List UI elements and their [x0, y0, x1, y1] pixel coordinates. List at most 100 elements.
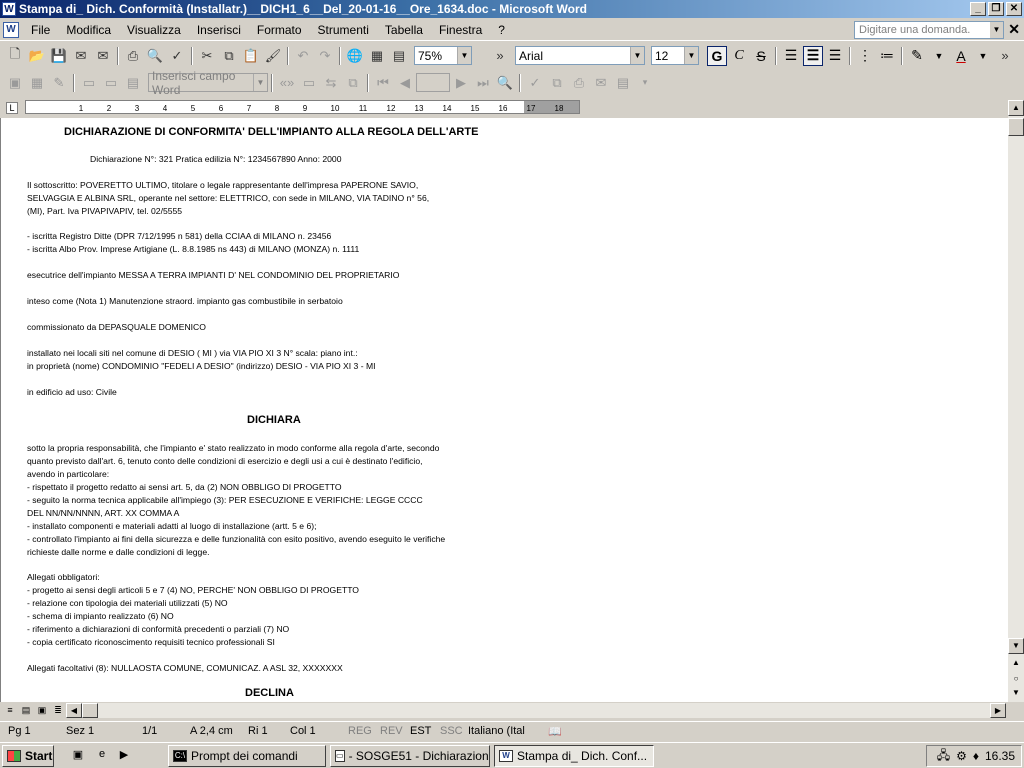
scroll-up-icon[interactable]: ▲ — [1008, 100, 1024, 116]
task-sosge51[interactable]: ▭ - SOSGE51 - Dichiarazion... — [330, 745, 490, 767]
status-extend[interactable]: EST — [410, 725, 431, 737]
minimize-button[interactable]: _ — [970, 2, 986, 16]
edit-recipients-icon[interactable]: ✎ — [49, 73, 69, 93]
show-desktop-icon[interactable]: ▣ — [70, 748, 86, 764]
email-icon[interactable]: ✉ — [93, 46, 113, 66]
next-page-icon[interactable]: ▼ — [1008, 686, 1024, 702]
permission-icon[interactable]: ✉ — [71, 46, 91, 66]
scroll-thumb[interactable] — [1008, 118, 1024, 136]
paste-icon[interactable]: 📋 — [241, 46, 261, 66]
network-icon[interactable]: 🖧 — [937, 746, 950, 767]
task-word-document[interactable]: W Stampa di_ Dich. Conf... — [494, 745, 654, 767]
align-left-icon[interactable]: ☰ — [781, 46, 801, 66]
menu-formato[interactable]: Formato — [249, 23, 310, 37]
chevron-down-icon[interactable]: ▼ — [630, 47, 644, 64]
insert-fields-icon[interactable]: ▤ — [123, 73, 143, 93]
first-record-icon[interactable]: ⏮ — [373, 73, 393, 93]
spelling-icon[interactable]: ✓ — [167, 46, 187, 66]
highlight-fields-icon[interactable]: ▭ — [299, 73, 319, 93]
start-button[interactable]: Start — [2, 745, 54, 767]
chevron-down-icon[interactable]: ▼ — [929, 46, 949, 66]
vertical-scrollbar[interactable]: ▲ ▼ ▲ ○ ▼ — [1008, 100, 1024, 702]
media-player-icon[interactable]: ▶ — [116, 748, 132, 764]
align-right-icon[interactable]: ☰ — [825, 46, 845, 66]
merge-printer-icon[interactable]: ⎙ — [569, 73, 589, 93]
previous-page-icon[interactable]: ▲ — [1008, 656, 1024, 672]
font-size-combo[interactable]: 12 ▼ — [651, 46, 699, 65]
format-painter-icon[interactable]: 🖌 — [263, 46, 283, 66]
toolbar-options-icon[interactable]: » — [995, 46, 1015, 66]
tables-borders-icon[interactable]: ▦ — [367, 46, 387, 66]
numbering-icon[interactable]: ⋮ — [855, 46, 875, 66]
task-command-prompt[interactable]: C:\ Prompt dei comandi — [168, 745, 326, 767]
antivirus-icon[interactable]: ⚙ — [956, 749, 967, 763]
chevron-down-icon[interactable]: ▼ — [990, 22, 1003, 38]
toolbar-options-icon[interactable]: » — [490, 46, 510, 66]
chevron-down-icon[interactable]: ▼ — [457, 47, 471, 64]
new-document-icon[interactable]: 🗋 — [5, 46, 25, 66]
highlight-icon[interactable]: ✎ — [907, 46, 927, 66]
merge-email-icon[interactable]: ✉ — [591, 73, 611, 93]
horizontal-ruler[interactable]: 123 456 789 10 11 12 13 14 15 16 17 18 — [25, 100, 580, 114]
zoom-combo[interactable]: 75% ▼ — [414, 46, 472, 65]
data-source-icon[interactable]: ▦ — [27, 73, 47, 93]
merge-fax-icon[interactable]: ▤ — [613, 73, 633, 93]
open-folder-icon[interactable]: 📂 — [27, 46, 47, 66]
redo-icon[interactable]: ↷ — [315, 46, 335, 66]
normal-view-icon[interactable]: ≡ — [3, 703, 17, 717]
horizontal-scroll-thumb[interactable] — [82, 703, 98, 718]
font-color-icon[interactable]: A — [951, 46, 971, 66]
record-number-input[interactable] — [416, 73, 450, 92]
merge-new-document-icon[interactable]: ⧉ — [547, 73, 567, 93]
status-language[interactable]: Italiano (Ital — [468, 725, 525, 737]
next-record-icon[interactable]: ▶ — [451, 73, 471, 93]
print-icon[interactable]: ⎙ — [123, 46, 143, 66]
print-layout-icon[interactable]: ▣ — [35, 703, 49, 717]
insert-address-icon[interactable]: ▭ — [79, 73, 99, 93]
cut-icon[interactable]: ✂ — [197, 46, 217, 66]
menu-tabella[interactable]: Tabella — [377, 23, 431, 37]
previous-record-icon[interactable]: ◀ — [395, 73, 415, 93]
menu-file[interactable]: File — [23, 23, 58, 37]
status-track-changes[interactable]: REV — [380, 725, 403, 737]
chevron-down-icon[interactable]: ▼ — [253, 74, 267, 91]
web-layout-icon[interactable]: ▤ — [19, 703, 33, 717]
chevron-down-icon[interactable]: ▾ — [635, 73, 655, 93]
check-errors-icon[interactable]: ✓ — [525, 73, 545, 93]
chevron-down-icon[interactable]: ▼ — [973, 46, 993, 66]
tab-selector[interactable]: L — [6, 102, 18, 114]
internet-explorer-icon[interactable]: e — [94, 748, 110, 764]
menu-inserisci[interactable]: Inserisci — [189, 23, 249, 37]
menu-finestra[interactable]: Finestra — [431, 23, 490, 37]
menu-modifica[interactable]: Modifica — [58, 23, 119, 37]
bold-button[interactable]: G — [707, 45, 727, 66]
bullets-icon[interactable]: ≔ — [877, 46, 897, 66]
document-icon[interactable]: W — [3, 21, 19, 38]
help-question-input[interactable]: Digitare una domanda. ▼ — [854, 21, 1004, 39]
menu-strumenti[interactable]: Strumenti — [310, 23, 377, 37]
restore-button[interactable]: ❐ — [988, 2, 1004, 16]
insert-greeting-icon[interactable]: ▭ — [101, 73, 121, 93]
word-app-icon[interactable]: W — [2, 2, 16, 16]
scroll-down-icon[interactable]: ▼ — [1008, 638, 1024, 654]
close-document-icon[interactable]: ✕ — [1008, 21, 1020, 38]
status-record-macro[interactable]: REG — [348, 725, 372, 737]
undo-icon[interactable]: ↶ — [293, 46, 313, 66]
print-preview-icon[interactable]: 🔍 — [145, 46, 165, 66]
scroll-left-icon[interactable]: ◀ — [66, 703, 82, 718]
menu-help[interactable]: ? — [490, 23, 513, 37]
find-entry-icon[interactable]: 🔍 — [495, 73, 515, 93]
status-overtype[interactable]: SSC — [440, 725, 463, 737]
font-name-combo[interactable]: Arial ▼ — [515, 46, 645, 65]
strikethrough-button[interactable]: S — [751, 46, 771, 66]
match-fields-icon[interactable]: ⇆ — [321, 73, 341, 93]
insert-table-icon[interactable]: ▤ — [389, 46, 409, 66]
view-merged-data-icon[interactable]: «» — [277, 73, 297, 93]
align-center-icon[interactable]: ☰ — [803, 45, 823, 66]
copy-icon[interactable]: ⧉ — [219, 46, 239, 66]
propagate-labels-icon[interactable]: ⧉ — [343, 73, 363, 93]
insert-word-field-combo[interactable]: Inserisci campo Word ▼ — [148, 69, 268, 97]
italic-button[interactable]: C — [729, 46, 749, 66]
scroll-right-icon[interactable]: ▶ — [990, 703, 1006, 718]
document-area[interactable]: DICHIARAZIONE DI CONFORMITA' DELL'IMPIAN… — [0, 118, 1008, 702]
